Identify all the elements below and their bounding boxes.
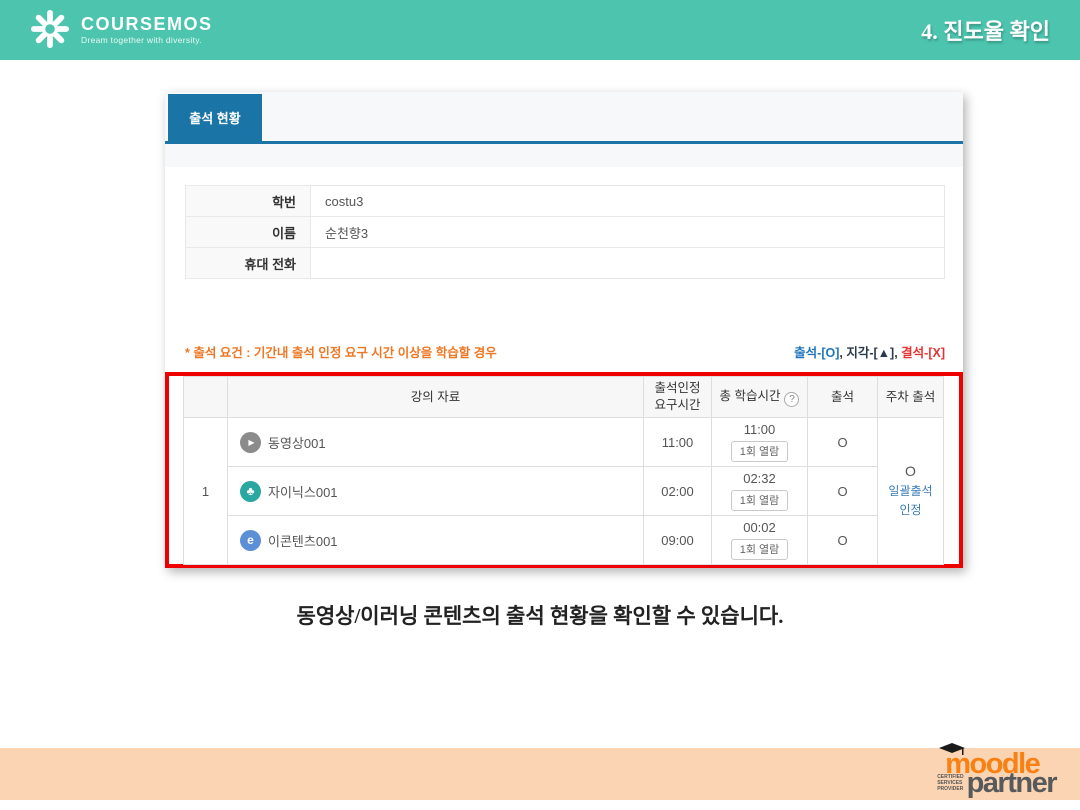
brand-text: COURSEMOS Dream together with diversity.: [81, 15, 213, 45]
certified-line3: PROVIDER: [937, 786, 963, 792]
attendance-requirement-note: * 출석 요건 : 기간내 출석 인정 요구 시간 이상을 학습할 경우: [185, 342, 497, 361]
table-row: 1 ▶ 동영상001 11:00 11:00 1회 열람 O: [184, 418, 944, 467]
view-count-button[interactable]: 1회 열람: [731, 490, 789, 511]
col-header-required-line2: 요구시간: [654, 398, 700, 412]
footer-bar: [0, 748, 1080, 800]
name-value: 순천향3: [311, 217, 945, 248]
coursemos-star-icon: [30, 9, 70, 54]
total-time-cell: 02:32 1회 열람: [712, 467, 808, 516]
col-header-week-attend: 주차 출석: [878, 377, 944, 418]
tab-attendance-status[interactable]: 출석 현황: [168, 94, 262, 141]
slide-caption: 동영상/이러닝 콘텐츠의 출석 현황을 확인할 수 있습니다.: [0, 600, 1080, 630]
view-count-button[interactable]: 1회 열람: [731, 441, 789, 462]
table-row: 학번 costu3: [186, 186, 945, 217]
required-time: 02:00: [644, 467, 712, 516]
col-header-week-no: [184, 377, 228, 418]
tab-strip: 출석 현황: [165, 92, 963, 167]
student-id-value: costu3: [311, 186, 945, 217]
material-cell: ♣ 자이닉스001: [228, 467, 644, 516]
header-bar: COURSEMOS Dream together with diversity.…: [0, 0, 1080, 60]
col-header-required-line1: 출석인정: [654, 381, 700, 395]
attend-mark: O: [808, 467, 878, 516]
table-row: ♣ 자이닉스001 02:00 02:32 1회 열람 O: [184, 467, 944, 516]
graduation-cap-icon: [939, 743, 965, 761]
help-icon[interactable]: ?: [784, 392, 799, 407]
table-row: e 이콘텐츠001 09:00 00:02 1회 열람 O: [184, 516, 944, 565]
study-time: 00:02: [713, 520, 806, 536]
mobile-phone-label: 휴대 전화: [186, 248, 311, 279]
study-time: 11:00: [713, 422, 806, 438]
attendance-legend: 출석-[O], 지각-[▲], 결석-[X]: [794, 342, 945, 361]
bulk-attendance-line1: 일괄출석: [888, 484, 932, 498]
video-play-icon: ▶: [240, 432, 261, 453]
mobile-phone-value: [311, 248, 945, 279]
required-time: 11:00: [644, 418, 712, 467]
econtent-icon: e: [240, 530, 261, 551]
table-row: 휴대 전화: [186, 248, 945, 279]
coursemos-logo: COURSEMOS Dream together with diversity.: [30, 7, 213, 54]
material-title[interactable]: 이콘텐츠001: [268, 531, 338, 550]
student-id-label: 학번: [186, 186, 311, 217]
legend-absent: 결석-[X]: [901, 346, 945, 360]
attendance-screenshot-panel: 출석 현황 학번 costu3 이름 순천향3 휴대 전화 * 출석 요건 : …: [165, 92, 963, 568]
material-title[interactable]: 동영상001: [268, 433, 326, 452]
red-highlight-box: 강의 자료 출석인정 요구시간 총 학습시간? 출석 주차 출석: [165, 372, 963, 568]
table-row: 이름 순천향3: [186, 217, 945, 248]
note-row: * 출석 요건 : 기간내 출석 인정 요구 시간 이상을 학습할 경우 출석-…: [185, 342, 945, 361]
col-header-total-time: 총 학습시간?: [712, 377, 808, 418]
attend-mark: O: [808, 418, 878, 467]
col-header-material: 강의 자료: [228, 377, 644, 418]
slide: COURSEMOS Dream together with diversity.…: [0, 0, 1080, 810]
table-header-row: 강의 자료 출석인정 요구시간 총 학습시간? 출석 주차 출석: [184, 377, 944, 418]
bulk-attendance-link[interactable]: 일괄출석 인정: [879, 482, 942, 519]
week-number: 1: [184, 418, 228, 565]
material-cell: e 이콘텐츠001: [228, 516, 644, 565]
brand-tagline: Dream together with diversity.: [81, 35, 213, 45]
material-title[interactable]: 자이닉스001: [268, 482, 338, 501]
page-title: 4. 진도율 확인: [921, 14, 1050, 46]
col-header-total-label: 총 학습시간: [720, 389, 781, 403]
name-label: 이름: [186, 217, 311, 248]
total-time-cell: 00:02 1회 열람: [712, 516, 808, 565]
view-count-button[interactable]: 1회 열람: [731, 539, 789, 560]
brand-name: COURSEMOS: [81, 15, 213, 35]
bulk-attendance-line2: 인정: [899, 503, 921, 517]
week-attendance-mark: O: [879, 463, 942, 479]
material-cell: ▶ 동영상001: [228, 418, 644, 467]
col-header-attend: 출석: [808, 377, 878, 418]
certified-line2: SERVICES: [937, 780, 962, 786]
student-profile-table: 학번 costu3 이름 순천향3 휴대 전화: [185, 185, 945, 279]
week-attendance-cell: O 일괄출석 인정: [878, 418, 944, 565]
col-header-required-time: 출석인정 요구시간: [644, 377, 712, 418]
attend-mark: O: [808, 516, 878, 565]
legend-late: 지각-[▲]: [846, 346, 894, 360]
attendance-table: 강의 자료 출석인정 요구시간 총 학습시간? 출석 주차 출석: [183, 376, 944, 565]
moodle-wordmark: moodle: [937, 751, 1056, 778]
required-time: 09:00: [644, 516, 712, 565]
total-time-cell: 11:00 1회 열람: [712, 418, 808, 467]
legend-attend: 출석-[O]: [794, 346, 839, 360]
tab-underline: [165, 141, 963, 144]
study-time: 02:32: [713, 471, 806, 487]
xinics-icon: ♣: [240, 481, 261, 502]
moodle-partner-logo: moodle CERTIFIED SERVICES PROVIDER partn…: [937, 751, 1056, 796]
